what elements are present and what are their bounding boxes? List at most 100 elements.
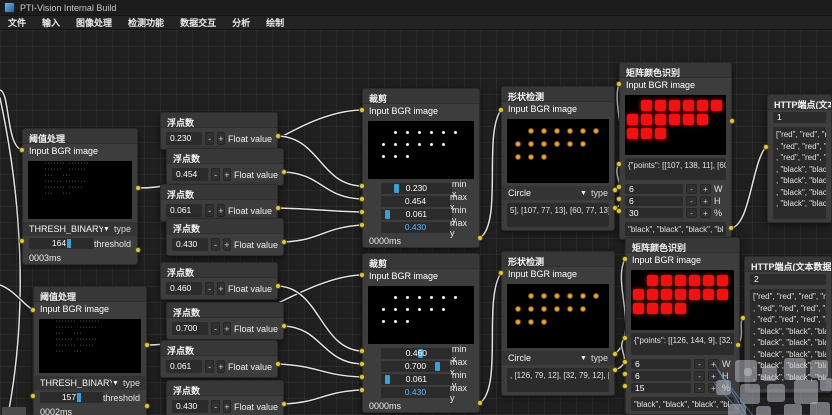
node-title-threshold-2[interactable]: 阈值处理 — [34, 287, 146, 302]
decrement-button[interactable]: - — [205, 282, 213, 295]
connection-port[interactable] — [135, 247, 141, 253]
node-title-matrix-color-2[interactable]: 矩阵颜色识别 — [626, 238, 739, 253]
increment-button[interactable]: + — [223, 238, 231, 251]
float-value-input[interactable]: 0.454 — [172, 168, 208, 181]
connection-port[interactable] — [359, 107, 365, 113]
float-value-input[interactable]: 0.061 — [166, 360, 202, 373]
increment-button[interactable]: + — [700, 196, 711, 206]
connection-port[interactable] — [359, 361, 365, 367]
connection-port[interactable] — [498, 107, 504, 113]
crop-param-input[interactable]: 0.061 — [381, 374, 452, 385]
connection-port[interactable] — [616, 184, 622, 190]
node-title-float-1[interactable]: 浮点数 — [161, 113, 277, 128]
connection-port[interactable] — [616, 208, 622, 214]
connection-port[interactable] — [359, 374, 365, 380]
chevron-down-icon[interactable]: ▼ — [103, 226, 110, 233]
points-textarea[interactable]: {"points": [[107, 138, 11], [60 — [625, 158, 726, 180]
type-select[interactable]: Circle▼type — [502, 351, 614, 365]
connection-port[interactable] — [359, 348, 365, 354]
crop-param-input[interactable]: 0.230 — [381, 183, 452, 194]
connection-port[interactable] — [616, 81, 622, 87]
connection-port[interactable] — [281, 169, 287, 175]
connection-port[interactable] — [359, 272, 365, 278]
matrix-param-input[interactable]: 6 — [625, 196, 683, 206]
connection-port[interactable] — [19, 238, 25, 244]
increment-button[interactable]: + — [708, 359, 719, 369]
crop-param-input[interactable]: 0.061 — [381, 209, 452, 220]
decrement-button[interactable]: - — [211, 168, 219, 181]
connection-port[interactable] — [622, 371, 628, 377]
threshold-input[interactable]: 164 — [29, 238, 94, 249]
decrement-button[interactable]: - — [205, 132, 213, 145]
node-title-crop-1[interactable]: 裁剪 — [363, 89, 479, 104]
node-editor-canvas[interactable]: 阈值处理Input BGR image······· ·············… — [0, 30, 832, 415]
connection-port[interactable] — [144, 403, 150, 409]
float-value-input[interactable]: 0.460 — [166, 282, 202, 295]
crop-param-input[interactable]: 0.460 — [381, 348, 452, 359]
crop-param-input[interactable]: 0.454 — [381, 196, 450, 207]
increment-button[interactable]: + — [708, 383, 719, 393]
node-title-crop-2[interactable]: 裁剪 — [363, 254, 479, 269]
connection-port[interactable] — [740, 315, 746, 321]
connection-port[interactable] — [622, 256, 628, 262]
increment-button[interactable]: + — [223, 168, 231, 181]
node-title-matrix-color-1[interactable]: 矩阵颜色识别 — [620, 63, 731, 78]
points-textarea[interactable]: {"points": [[126, 144, 9], [32, — [631, 333, 734, 355]
node-title-http-endpoint-2[interactable]: HTTP端点(文本数据) — [745, 257, 831, 272]
connection-port[interactable] — [477, 235, 483, 241]
crop-param-input[interactable]: 0.430 — [381, 222, 450, 233]
connection-port[interactable] — [19, 147, 25, 153]
menu-item-2[interactable]: 输入 — [34, 16, 68, 29]
node-title-float-8[interactable]: 浮点数 — [167, 381, 283, 396]
matrix-param-input[interactable]: 30 — [625, 208, 683, 218]
float-value-input[interactable]: 0.061 — [166, 204, 202, 217]
endpoint-id-input[interactable]: 1 — [773, 112, 826, 123]
menu-item-1[interactable]: 文件 — [0, 16, 34, 29]
connection-port[interactable] — [275, 133, 281, 139]
increment-button[interactable]: + — [217, 204, 225, 217]
node-title-float-6[interactable]: 浮点数 — [167, 303, 283, 318]
menu-item-7[interactable]: 绘制 — [258, 16, 292, 29]
connection-port[interactable] — [30, 307, 36, 313]
decrement-button[interactable]: - — [211, 322, 219, 335]
points-textarea[interactable]: ["red", "red", "red", "red, "red", "red"… — [750, 289, 826, 389]
connection-port[interactable] — [622, 383, 628, 389]
threshold-input[interactable]: 157 — [40, 392, 103, 403]
decrement-button[interactable]: - — [694, 383, 705, 393]
decrement-button[interactable]: - — [205, 204, 213, 217]
connection-port[interactable] — [477, 400, 483, 406]
connection-port[interactable] — [281, 239, 287, 245]
connection-port[interactable] — [275, 205, 281, 211]
connection-port[interactable] — [275, 283, 281, 289]
matrix-param-input[interactable]: 6 — [625, 184, 683, 194]
connection-port[interactable] — [30, 393, 36, 399]
menu-item-4[interactable]: 检测功能 — [120, 16, 172, 29]
connection-port[interactable] — [144, 342, 150, 348]
menu-item-5[interactable]: 数据交互 — [172, 16, 224, 29]
increment-button[interactable]: + — [700, 184, 711, 194]
menu-item-6[interactable]: 分析 — [224, 16, 258, 29]
connection-port[interactable] — [359, 183, 365, 189]
node-title-shape-1[interactable]: 形状检测 — [502, 87, 614, 102]
points-textarea[interactable]: 5], [107, 77, 13], [60, 77, 13], — [507, 203, 609, 227]
matrix-param-input[interactable]: 15 — [631, 383, 691, 393]
connection-port[interactable] — [612, 351, 618, 357]
decrement-button[interactable]: - — [686, 196, 697, 206]
increment-button[interactable]: + — [217, 360, 225, 373]
connection-port[interactable] — [763, 144, 769, 150]
decrement-button[interactable]: - — [686, 184, 697, 194]
float-value-input[interactable]: 0.700 — [172, 322, 208, 335]
node-title-http-endpoint-1[interactable]: HTTP端点(文本数据) — [768, 95, 831, 110]
increment-button[interactable]: + — [223, 322, 231, 335]
increment-button[interactable]: + — [700, 208, 711, 218]
node-title-float-4[interactable]: 浮点数 — [167, 219, 283, 234]
crop-param-input[interactable]: 0.430 — [381, 387, 450, 398]
node-title-shape-2[interactable]: 形状检测 — [502, 252, 614, 267]
decrement-button[interactable]: - — [694, 371, 705, 381]
connection-port[interactable] — [622, 359, 628, 365]
decrement-button[interactable]: - — [694, 359, 705, 369]
float-value-input[interactable]: 0.430 — [172, 400, 208, 413]
connection-port[interactable] — [281, 401, 287, 407]
type-select[interactable]: Circle▼type — [502, 186, 614, 200]
connection-port[interactable] — [612, 367, 618, 373]
